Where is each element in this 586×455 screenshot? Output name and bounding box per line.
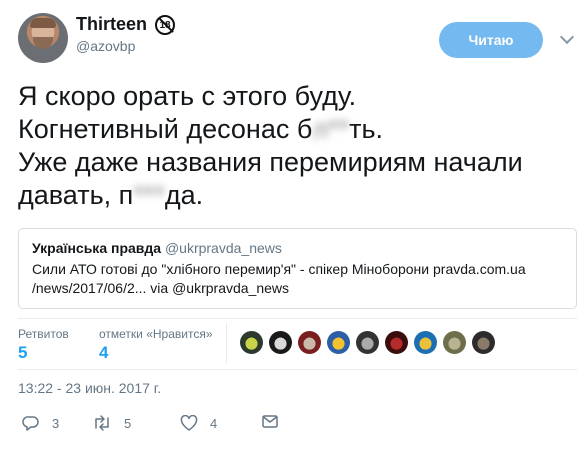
retweets-count[interactable]: 5 (18, 343, 27, 363)
tweet-timestamp[interactable]: 13:22 - 23 июн. 2017 г. (18, 380, 161, 396)
tweet-line: Когнетивный десонас бл**ть. (18, 113, 578, 146)
liker-avatar[interactable] (414, 331, 437, 354)
liker-avatar[interactable] (269, 331, 292, 354)
retweet-icon (92, 415, 112, 431)
tweet-line: давать, п***да. (18, 179, 578, 212)
liker-avatars (240, 331, 560, 355)
reply-button[interactable]: 3 (22, 415, 59, 431)
liker-avatar[interactable] (443, 331, 466, 354)
censored-word: л** (312, 114, 350, 144)
tweet-line-part: ть. (349, 114, 384, 144)
quoted-source[interactable]: Українська правда @ukrpravda_news (32, 240, 282, 256)
liker-avatar[interactable] (327, 331, 350, 354)
likes-label[interactable]: отметки «Нравится» (99, 327, 213, 341)
quoted-source-handle: @ukrpravda_news (164, 240, 282, 256)
censored-word: *** (133, 180, 165, 210)
tweet-text: Я скоро орать с этого буду. Когнетивный … (18, 80, 578, 212)
divider (226, 323, 227, 363)
liker-avatar[interactable] (240, 331, 263, 354)
author-avatar[interactable] (18, 13, 68, 63)
like-count: 4 (210, 415, 218, 431)
retweet-count: 5 (124, 415, 132, 431)
quoted-source-name: Українська правда (32, 240, 162, 256)
retweets-label[interactable]: Ретвитов (18, 327, 69, 341)
tweet-line: Я скоро орать с этого буду. (18, 81, 357, 111)
author-handle[interactable]: @azovbp (76, 38, 135, 54)
liker-avatar[interactable] (356, 331, 379, 354)
avatar-hair (30, 18, 56, 28)
reply-count: 3 (52, 415, 60, 431)
heart-icon (180, 415, 198, 431)
tweet-line-part: да. (164, 180, 204, 210)
liker-avatar[interactable] (298, 331, 321, 354)
avatar-beard (33, 37, 53, 49)
age-restriction-badge: 18 (155, 15, 175, 35)
likes-count[interactable]: 4 (99, 343, 108, 363)
divider (18, 369, 577, 370)
liker-avatar[interactable] (385, 331, 408, 354)
like-button[interactable]: 4 (180, 415, 217, 431)
reply-icon (22, 415, 40, 431)
following-button[interactable]: Читаю (439, 22, 543, 58)
tweet-line-part: давать, п (18, 180, 134, 210)
envelope-icon (262, 415, 278, 428)
liker-avatar[interactable] (472, 331, 495, 354)
tweet-line-part: Когнетивный десонас б (18, 114, 313, 144)
retweet-button[interactable]: 5 (92, 415, 131, 431)
direct-message-button[interactable] (262, 415, 290, 428)
chevron-down-icon[interactable] (559, 29, 575, 45)
divider (18, 318, 577, 319)
author-name[interactable]: Thirteen (76, 14, 147, 35)
quoted-text: Сили АТО готові до "хлібного перемир'я" … (32, 261, 526, 296)
tweet-line: Уже даже названия перемириям начали (18, 147, 523, 177)
